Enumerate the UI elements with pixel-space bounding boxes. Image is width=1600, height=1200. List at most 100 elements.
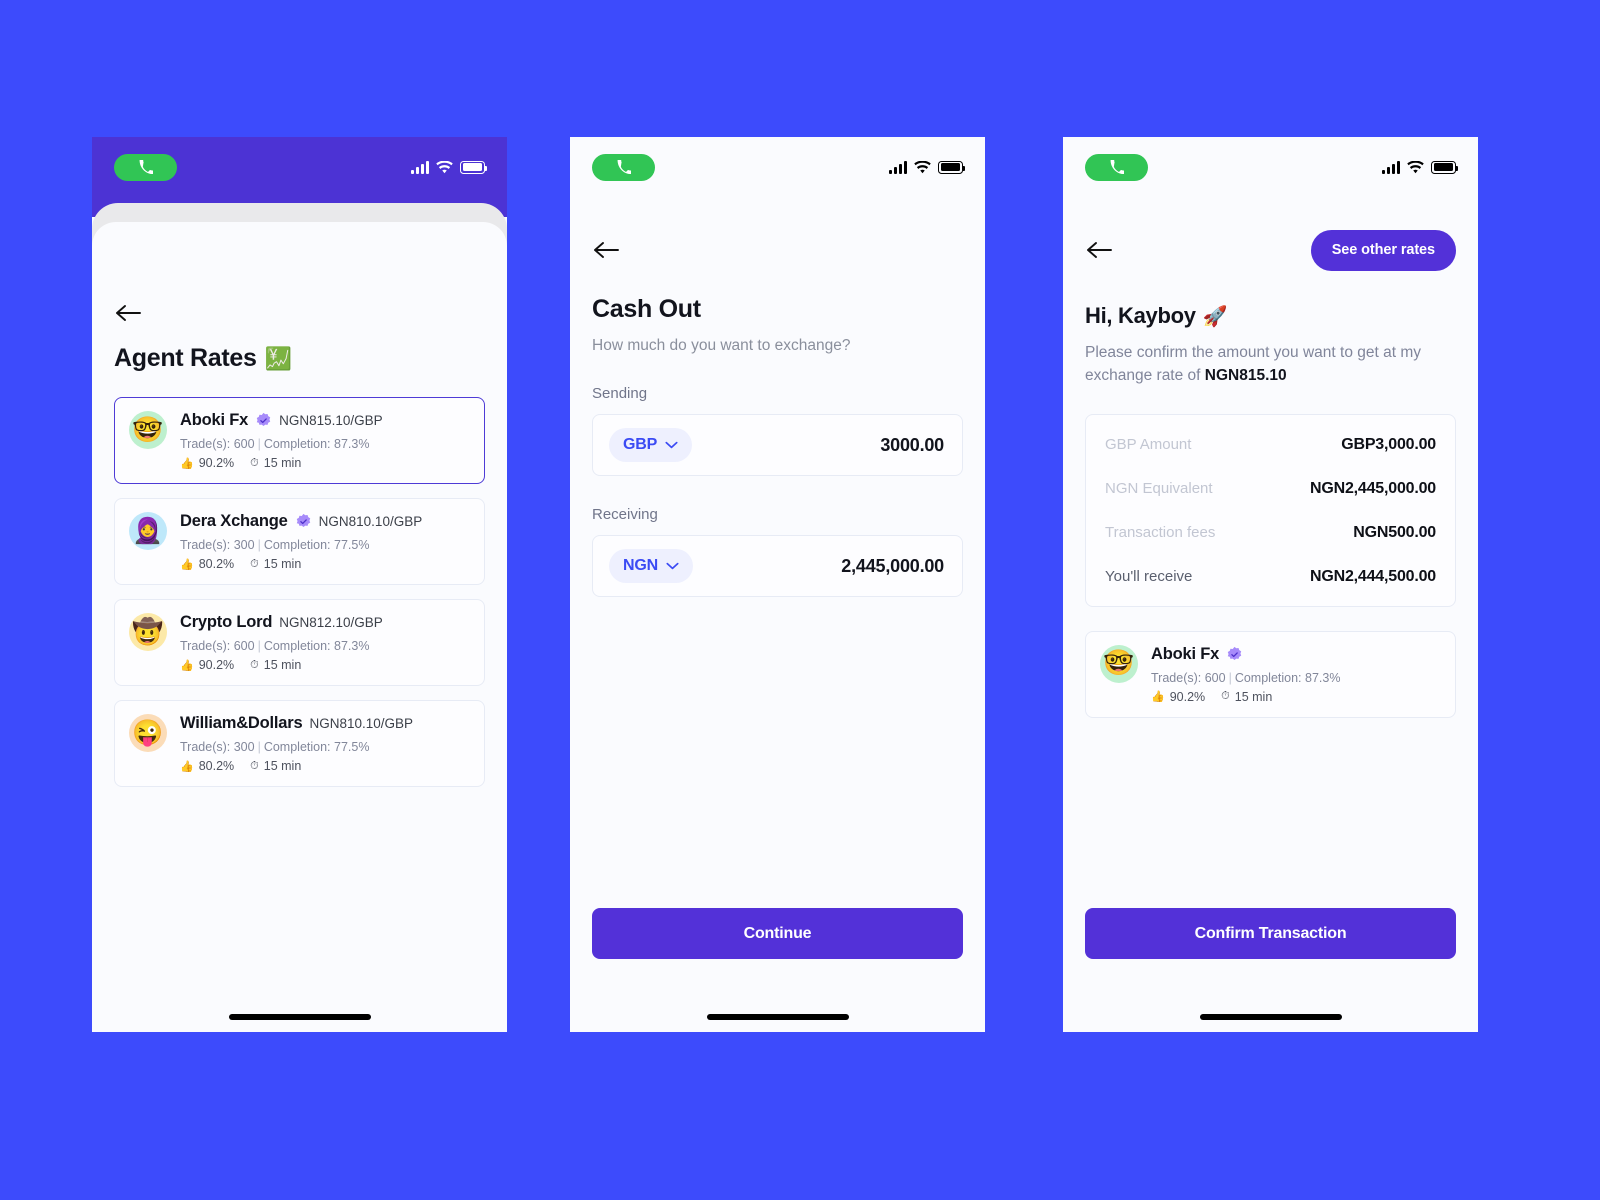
agent-meta: Trade(s): 600 | Completion: 87.3% [180,639,370,653]
chevron-down-icon [665,441,678,449]
phone-screen-agent-rates: Agent Rates 💹 🤓 Aboki Fx NGN815.10/GBP T… [92,137,507,1032]
page-title-text: Agent Rates [114,344,257,372]
sending-field[interactable]: GBP 3000.00 [592,414,963,476]
agent-card-william-and-dollars[interactable]: 😜 William&Dollars NGN810.10/GBP Trade(s)… [114,700,485,787]
summary-row-youll-receive: You'll receive NGN2,444,500.00 [1105,568,1436,586]
back-arrow-icon[interactable] [1085,238,1113,262]
battery-full-icon [460,160,488,174]
home-indicator [706,1014,849,1020]
wifi-icon [1407,160,1424,174]
agent-rate: NGN812.10/GBP [279,615,383,630]
agent-info: Aboki Fx Trade(s): 600 | Completion: 87.3%… [1151,645,1441,704]
receiving-field[interactable]: NGN 2,445,000.00 [592,535,963,597]
summary-value: NGN2,445,000.00 [1310,479,1436,497]
verified-badge-icon [255,412,272,429]
avatar: 🧕 [129,512,167,550]
agent-trades: Trade(s): 600 [180,437,255,451]
time-value: 15 min [263,759,302,773]
agent-card-crypto-lord[interactable]: 🤠 Crypto Lord NGN812.10/GBP Trade(s): 60… [114,599,485,686]
status-indicators [411,160,488,174]
agent-name: William&Dollars [180,714,303,732]
summary-row-transaction-fees: Transaction fees NGN500.00 [1105,524,1436,542]
summary-value: NGN500.00 [1353,523,1436,541]
time-stat: ⏱ 15 min [1221,690,1272,704]
time-stat: ⏱ 15 min [250,658,301,672]
agent-stats: 👍 80.2% ⏱ 15 min [180,557,470,571]
phone-screen-confirm-transaction: See other rates Hi, Kayboy 🚀 Please conf… [1063,137,1478,1032]
agent-completion: Completion: 87.3% [263,437,370,451]
cellular-signal-icon [1382,160,1400,174]
thumbs-up-icon: 👍 [180,760,194,773]
back-arrow-icon[interactable] [592,238,620,262]
thumbs-up-value: 80.2% [198,557,235,571]
summary-row-ngn-equivalent: NGN Equivalent NGN2,445,000.00 [1105,480,1436,498]
sending-label: Sending [592,385,648,402]
agent-meta: Trade(s): 600 | Completion: 87.3% [180,437,370,451]
time-stat: ⏱ 15 min [250,456,301,470]
page-title: Agent Rates 💹 [114,344,485,373]
agent-info: Dera Xchange NGN810.10/GBP Trade(s): 300… [180,512,470,571]
sending-amount-input[interactable]: 3000.00 [880,435,944,456]
cellular-signal-icon [411,160,429,174]
phone-icon [592,153,655,181]
clock-icon: ⏱ [250,557,259,570]
status-bar [92,137,507,197]
thumbs-up-stat: 👍 80.2% [180,759,234,773]
page-title: Cash Out [592,295,963,324]
summary-value: NGN2,444,500.00 [1310,567,1436,585]
agent-rates-list: 🤓 Aboki Fx NGN815.10/GBP Trade(s): 600 | C… [114,397,485,787]
rocket-icon: 🚀 [1202,305,1228,328]
avatar: 🤓 [129,411,167,449]
agent-name: Crypto Lord [180,613,273,631]
agent-rate: NGN810.10/GBP [318,514,423,529]
time-stat: ⏱ 15 min [250,759,301,773]
agent-rate: NGN815.10/GBP [279,413,383,428]
phone-screen-cash-out: Cash Out How much do you want to exchang… [570,137,985,1032]
receiving-amount-input[interactable]: 2,445,000.00 [841,556,944,577]
summary-label: NGN Equivalent [1105,480,1213,497]
chart-increasing-yen-icon: 💹 [264,345,292,371]
status-indicators [889,160,966,174]
selected-agent-card[interactable]: 🤓 Aboki Fx Trade(s): 600 | Completion: 87.… [1085,630,1456,718]
back-row [114,282,485,344]
agent-name: Aboki Fx [1151,644,1220,663]
receiving-currency-select[interactable]: NGN [609,549,693,583]
screen1-body: Agent Rates 💹 🤓 Aboki Fx NGN815.10/GBP T… [92,197,507,1032]
agent-card-aboki-fx[interactable]: 🤓 Aboki Fx NGN815.10/GBP Trade(s): 600 | C… [114,397,485,484]
verified-badge-icon [1226,646,1243,663]
top-row: See other rates [1085,219,1456,281]
agent-trades: Trade(s): 600 [180,639,255,653]
agent-name-row: Crypto Lord NGN812.10/GBP [180,613,470,632]
agent-completion: Completion: 77.5% [263,740,370,754]
status-bar [570,137,985,197]
cellular-signal-icon [889,160,907,174]
summary-row-gbp-amount: GBP Amount GBP3,000.00 [1105,436,1436,454]
agent-name-row: Aboki Fx [1151,645,1441,664]
clock-icon: ⏱ [250,456,259,469]
agent-stats: 👍 90.2% ⏱ 15 min [1151,690,1441,704]
avatar: 🤠 [129,613,167,651]
clock-icon: ⏱ [250,759,259,772]
agent-completion: Completion: 87.3% [263,639,370,653]
thumbs-up-value: 80.2% [198,759,235,773]
sending-currency-value: GBP [623,436,658,453]
avatar: 🤓 [1100,644,1138,683]
avatar: 😜 [129,714,167,752]
back-arrow-icon[interactable] [114,301,142,325]
greeting: Hi, Kayboy 🚀 [1085,303,1456,329]
summary-value: GBP3,000.00 [1341,435,1436,453]
thumbs-up-stat: 👍 90.2% [180,456,234,470]
agent-name: Aboki Fx [180,411,249,429]
agent-card-dera-xchange[interactable]: 🧕 Dera Xchange NGN810.10/GBP Trade(s): 3… [114,498,485,585]
sending-currency-select[interactable]: GBP [609,428,693,462]
thumbs-up-icon: 👍 [180,558,194,571]
receiving-label: Receiving [592,506,658,523]
agent-name-row: William&Dollars NGN810.10/GBP [180,714,470,733]
battery-full-icon [938,160,966,174]
wifi-icon [436,160,453,174]
time-value: 15 min [263,456,302,470]
see-other-rates-button[interactable]: See other rates [1310,229,1456,271]
agent-trades: Trade(s): 300 [180,538,255,552]
screen2-body: Cash Out How much do you want to exchang… [570,219,985,1032]
thumbs-up-stat: 👍 90.2% [1151,690,1205,704]
